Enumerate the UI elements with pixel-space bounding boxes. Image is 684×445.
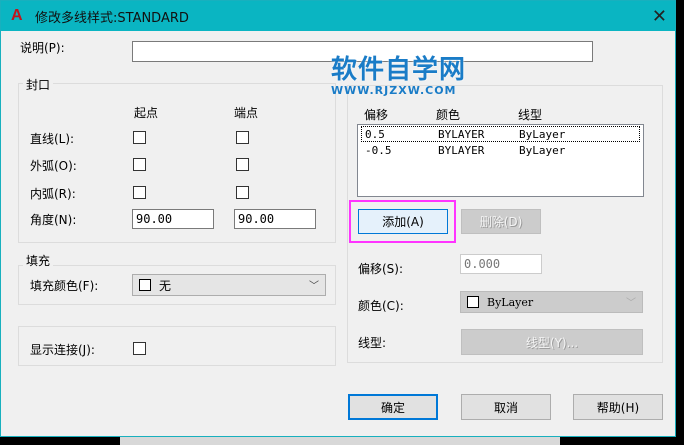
fill-color-select[interactable]: 无 ﹀ <box>132 274 326 296</box>
element-color: BYLAYER <box>438 128 485 141</box>
offset-header: 偏移 <box>364 108 389 122</box>
offset-label: 偏移(S): <box>358 262 404 276</box>
inner-arc-start-checkbox[interactable] <box>133 186 146 199</box>
list-item[interactable]: 0.5 BYLAYER ByLayer <box>361 126 640 142</box>
element-offset: 0.5 <box>365 128 385 141</box>
modify-mline-style-dialog: A 修改多线样式:STANDARD ✕ 说明(P): 封口 起点 端点 直线(L… <box>0 0 676 437</box>
color-header: 颜色 <box>436 108 461 122</box>
color-select[interactable]: ByLayer ﹀ <box>460 291 643 313</box>
fill-group-title: 填充 <box>23 252 54 269</box>
outer-arc-label: 外弧(O): <box>30 159 77 173</box>
display-joints-label: 显示连接(J): <box>30 343 95 357</box>
angle-label: 角度(N): <box>30 213 77 227</box>
line-start-checkbox[interactable] <box>133 131 146 144</box>
outer-arc-end-checkbox[interactable] <box>236 158 249 171</box>
window-title: 修改多线样式:STANDARD <box>35 10 189 26</box>
line-end-checkbox[interactable] <box>236 131 249 144</box>
elements-list[interactable]: 0.5 BYLAYER ByLayer -0.5 BYLAYER ByLayer <box>357 124 644 197</box>
cancel-button[interactable]: 取消 <box>461 394 551 420</box>
ok-button[interactable]: 确定 <box>348 394 438 420</box>
delete-button[interactable]: 删除(D) <box>461 209 541 234</box>
linetype-label: 线型: <box>358 336 387 350</box>
fill-color-value: 无 <box>159 278 172 293</box>
element-offset: -0.5 <box>365 144 392 157</box>
help-button[interactable]: 帮助(H) <box>573 394 663 420</box>
add-button[interactable]: 添加(A) <box>358 209 448 234</box>
description-input[interactable] <box>132 41 593 62</box>
fill-color-label: 填充颜色(F): <box>30 279 99 293</box>
element-linetype: ByLayer <box>519 128 566 141</box>
angle-end-input[interactable]: 90.00 <box>234 209 316 229</box>
inner-arc-label: 内弧(R): <box>30 187 76 201</box>
start-header: 起点 <box>134 106 159 120</box>
background-strip <box>120 437 560 445</box>
offset-input[interactable]: 0.000 <box>460 254 542 274</box>
list-item[interactable]: -0.5 BYLAYER ByLayer <box>361 143 640 159</box>
color-swatch-icon <box>139 279 151 291</box>
element-color: BYLAYER <box>438 144 485 157</box>
outer-arc-start-checkbox[interactable] <box>133 158 146 171</box>
chevron-down-icon: ﹀ <box>309 280 319 292</box>
element-linetype: ByLayer <box>519 144 566 157</box>
inner-arc-end-checkbox[interactable] <box>236 186 249 199</box>
title-bar: A 修改多线样式:STANDARD ✕ <box>1 1 675 31</box>
display-joints-checkbox[interactable] <box>133 342 146 355</box>
linetype-button[interactable]: 线型(Y)... <box>461 329 643 355</box>
chevron-down-icon: ﹀ <box>626 297 636 309</box>
description-label: 说明(P): <box>20 41 65 55</box>
color-label: 颜色(C): <box>358 299 404 313</box>
end-header: 端点 <box>234 106 259 120</box>
color-swatch-icon <box>467 296 479 308</box>
close-icon[interactable]: ✕ <box>652 6 667 27</box>
color-value: ByLayer <box>487 295 534 309</box>
autocad-logo-icon: A <box>11 7 23 24</box>
linetype-header: 线型 <box>518 108 543 122</box>
angle-start-input[interactable]: 90.00 <box>132 209 214 229</box>
caps-group-title: 封口 <box>23 76 54 93</box>
line-label: 直线(L): <box>30 132 75 146</box>
